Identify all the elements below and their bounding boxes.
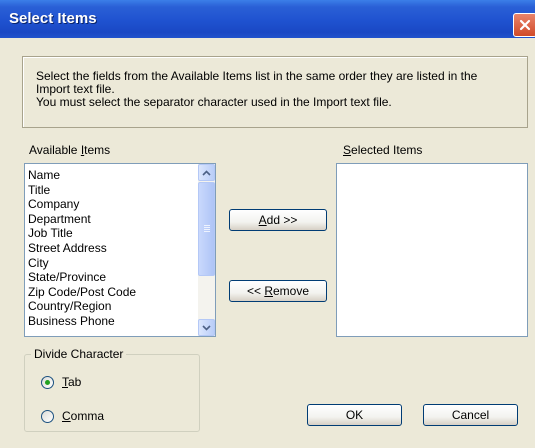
list-item[interactable]: Name — [28, 169, 60, 182]
list-item[interactable]: Department — [28, 212, 91, 226]
list-item[interactable]: Job Title — [28, 227, 73, 240]
list-item[interactable]: State/Province — [28, 271, 106, 284]
list-item[interactable]: Zip Code/Post Code — [28, 285, 136, 299]
radio-tab[interactable] — [41, 376, 54, 389]
list-item[interactable]: Country/Region — [28, 300, 111, 313]
info-panel: Select the fields from the Available Ite… — [22, 56, 528, 128]
arrow-up-icon — [202, 169, 211, 176]
divide-character-label: Divide Character — [31, 347, 127, 361]
list-item[interactable]: Company — [28, 198, 79, 211]
list-item[interactable]: Street Address — [28, 242, 107, 255]
select-items-dialog: Select Items Select the fields from the … — [0, 0, 535, 448]
available-items-label: Available Items — [29, 143, 111, 157]
window-title: Select Items — [9, 10, 97, 27]
list-item[interactable]: Title — [28, 183, 50, 197]
arrow-down-icon — [202, 324, 211, 331]
list-item[interactable]: Business Phone — [28, 315, 115, 328]
info-text-line-3: You must select the separator character … — [36, 95, 392, 109]
list-item[interactable]: City — [28, 256, 49, 270]
close-button[interactable] — [513, 13, 535, 37]
radio-dot-icon — [45, 380, 50, 385]
close-icon — [519, 19, 531, 31]
radio-comma[interactable] — [41, 410, 54, 423]
scroll-up-button[interactable] — [198, 164, 215, 181]
scroll-thumb[interactable] — [198, 182, 215, 276]
scroll-down-button[interactable] — [198, 319, 215, 336]
cancel-button[interactable]: Cancel — [423, 404, 518, 426]
selected-items-list[interactable] — [336, 163, 528, 337]
remove-button[interactable]: << Remove — [229, 280, 327, 302]
divide-character-group: Divide Character Tab Comma — [24, 347, 200, 432]
title-bar[interactable]: Select Items — [0, 0, 535, 38]
ok-button[interactable]: OK — [307, 404, 402, 426]
radio-label-comma[interactable]: Comma — [62, 409, 104, 423]
add-button[interactable]: Add >> — [229, 209, 327, 231]
available-items-scrollbar[interactable] — [198, 164, 215, 336]
radio-label-tab[interactable]: Tab — [62, 375, 81, 389]
available-items-list[interactable]: Name Title Company Department Job Title Stree… — [24, 163, 216, 337]
selected-items-label: Selected Items — [343, 143, 423, 157]
